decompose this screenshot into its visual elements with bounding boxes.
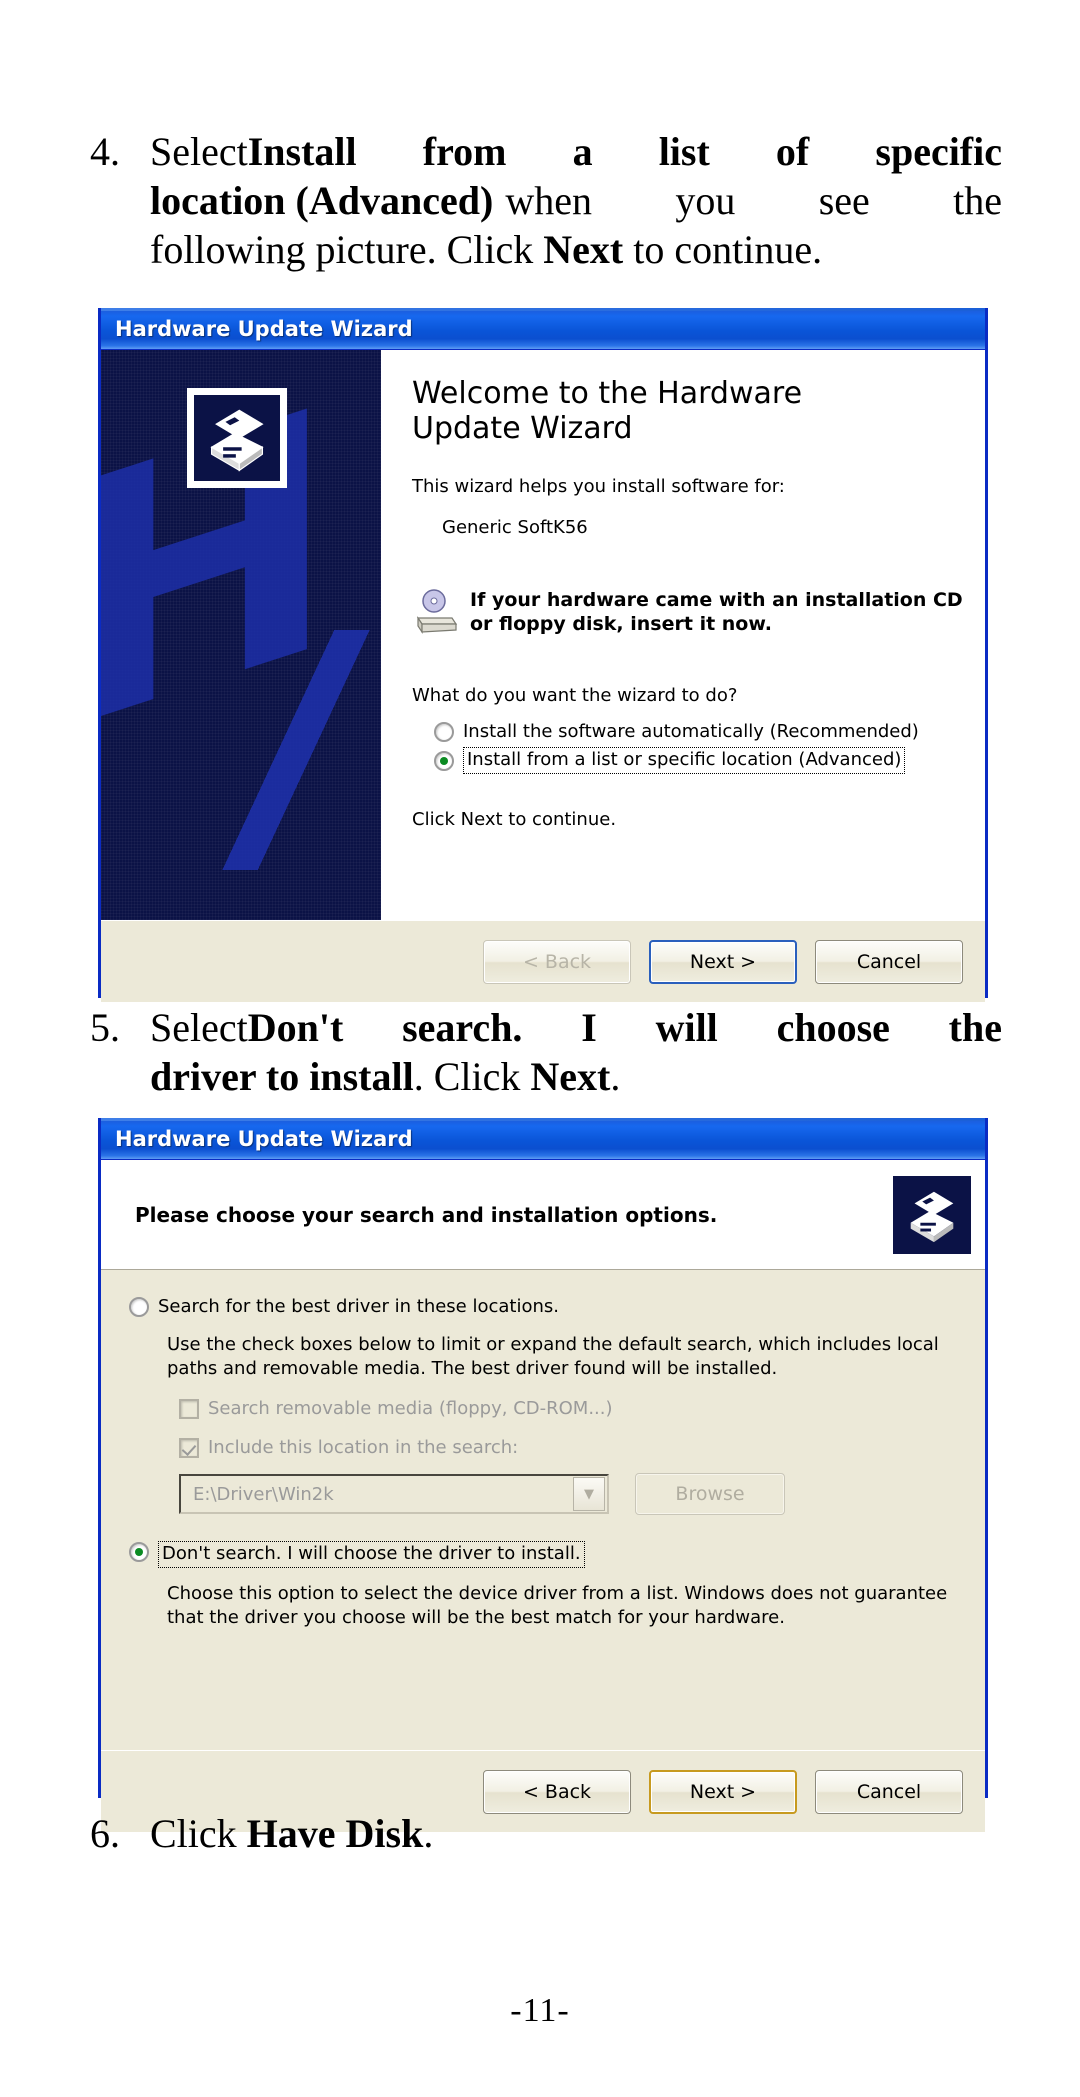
radio-label-install-from-list: Install from a list or specific location… <box>463 747 906 774</box>
step-text: Select Don't search. I will choose the d… <box>150 1004 1012 1102</box>
cd-drive-icon <box>412 588 464 640</box>
radio-icon-selected[interactable] <box>434 750 454 771</box>
radio-label-dont-search: Don't search. I will choose the driver t… <box>158 1541 585 1568</box>
step-text: Select Install from a list of specific l… <box>150 128 1012 274</box>
hardware-device-icon <box>187 388 287 488</box>
device-name: Generic SoftK56 <box>442 517 588 539</box>
search-description: Use the check boxes below to limit or ex… <box>167 1333 939 1380</box>
hardware-device-glyph <box>210 409 264 472</box>
cd-drive-glyph <box>416 588 458 634</box>
step4-line1-bold: Install from a list of specific <box>247 129 1002 174</box>
location-row: E:\Driver\Win2k ▼ Browse <box>179 1473 957 1516</box>
page-number: -11- <box>510 1992 570 2029</box>
step4-line1-plain: Select <box>150 129 248 174</box>
radio-install-from-list[interactable]: Install from a list or specific location… <box>434 747 963 774</box>
radio-icon-unselected[interactable] <box>434 722 454 743</box>
window-title: Hardware Update Wizard <box>115 316 413 341</box>
location-combobox[interactable]: E:\Driver\Win2k ▼ <box>179 1474 609 1515</box>
back-button[interactable]: < Back <box>483 1769 631 1814</box>
cancel-button[interactable]: Cancel <box>815 939 963 984</box>
checkbox-label-include-location: Include this location in the search: <box>208 1436 519 1458</box>
dontsearch-description: Choose this option to select the device … <box>167 1582 948 1629</box>
instruction-step-6: 6. Click Have Disk. <box>72 1810 1012 1859</box>
radio-install-automatically[interactable]: Install the software automatically (Reco… <box>434 721 963 744</box>
browse-button[interactable]: Browse <box>635 1473 785 1516</box>
step5-line2-tail: . <box>610 1053 621 1099</box>
next-button[interactable]: Next > <box>649 1769 797 1814</box>
step4-next-bold: Next <box>543 226 624 272</box>
titlebar: Hardware Update Wizard <box>101 308 985 350</box>
chevron-down-icon[interactable]: ▼ <box>573 1477 605 1512</box>
checkbox-label-search-removable-media: Search removable media (floppy, CD-ROM..… <box>208 1398 613 1420</box>
radio-label-install-automatically: Install the software automatically (Reco… <box>463 720 919 742</box>
option-dontsearch-block: Don't search. I will choose the driver t… <box>129 1541 957 1631</box>
wizard-question: What do you want the wizard to do? <box>412 684 738 706</box>
step-number: 5. <box>90 1005 120 1050</box>
step5-line1-bold: Don't search. I will choose the <box>247 1005 1002 1050</box>
wizard-header: Please choose your search and installati… <box>101 1160 985 1270</box>
step-number: 6. <box>90 1811 120 1856</box>
radio-label-search-best-driver: Search for the best driver in these loca… <box>158 1296 559 1317</box>
hardware-update-wizard-welcome-window[interactable]: Hardware Update Wizard H Welcome to the … <box>98 308 988 1002</box>
location-combobox-value: E:\Driver\Win2k <box>193 1483 334 1505</box>
checkbox-search-removable-media[interactable]: Search removable media (floppy, CD-ROM..… <box>179 1398 957 1421</box>
wizard-footer-hint: Click Next to continue. <box>412 808 617 830</box>
hardware-device-icon <box>893 1175 971 1254</box>
next-button[interactable]: Next > <box>649 939 797 984</box>
checkbox-include-location[interactable]: Include this location in the search: <box>179 1437 957 1460</box>
radio-icon-selected[interactable] <box>129 1542 149 1563</box>
back-button: < Back <box>483 939 631 984</box>
step5-next-bold: Next <box>530 1053 611 1099</box>
wizard-banner: H <box>101 350 381 920</box>
instruction-step-4: 4. Select Install from a list of specifi… <box>72 128 1012 274</box>
step4-line2-bold: location (Advanced) <box>150 177 494 223</box>
document-page: 4. Select Install from a list of specifi… <box>0 0 1080 2097</box>
option-search-block: Search for the best driver in these loca… <box>129 1296 957 1516</box>
step5-line1-plain: Select <box>150 1005 248 1050</box>
wizard-body: H Welcome to the Hardware Update Wizard … <box>101 350 985 920</box>
radio-icon-unselected[interactable] <box>129 1297 149 1317</box>
step5-line2-plain: . Click <box>413 1053 531 1099</box>
cd-notice-text: If your hardware came with an installati… <box>470 588 963 637</box>
hardware-update-wizard-options-window[interactable]: Hardware Update Wizard Please choose you… <box>98 1118 988 1832</box>
radio-search-best-driver[interactable]: Search for the best driver in these loca… <box>129 1296 957 1319</box>
instruction-step-5: 5. Select Don't search. I will choose th… <box>72 1004 1012 1102</box>
cd-notice: If your hardware came with an installati… <box>412 588 963 640</box>
step-number: 4. <box>90 129 120 174</box>
checkbox-icon-unchecked[interactable] <box>179 1399 199 1420</box>
step-text: Click Have Disk. <box>150 1810 1012 1859</box>
hardware-device-glyph <box>910 1191 954 1242</box>
cd-notice-line2: or floppy disk, insert it now. <box>470 612 772 635</box>
step4-line3-plain: following picture. Click <box>150 226 544 272</box>
wizard-header-text: Please choose your search and installati… <box>135 1202 718 1227</box>
step5-line2-bold: driver to install <box>150 1053 414 1099</box>
step6-plain: Click <box>150 1811 247 1856</box>
wizard-intro: This wizard helps you install software f… <box>412 475 785 497</box>
cd-notice-line1: If your hardware came with an installati… <box>470 588 963 611</box>
step4-line2-plain: when you see the <box>505 177 1002 223</box>
radio-dont-search[interactable]: Don't search. I will choose the driver t… <box>129 1541 957 1568</box>
wizard-options-body: Search for the best driver in these loca… <box>101 1270 985 1750</box>
button-bar: < Back Next > Cancel <box>101 920 985 1002</box>
banner-watermark-stripe <box>131 630 381 870</box>
wizard-heading: Welcome to the Hardware Update Wizard <box>412 376 803 447</box>
wizard-content: Welcome to the Hardware Update Wizard Th… <box>381 350 985 920</box>
window-title: Hardware Update Wizard <box>115 1126 413 1151</box>
step6-tail: . <box>423 1811 434 1856</box>
step6-bold: Have Disk <box>246 1811 424 1856</box>
cancel-button[interactable]: Cancel <box>815 1769 963 1814</box>
checkbox-icon-checked[interactable] <box>179 1437 199 1458</box>
step4-line3-tail: to continue. <box>623 226 823 272</box>
titlebar: Hardware Update Wizard <box>101 1118 985 1160</box>
